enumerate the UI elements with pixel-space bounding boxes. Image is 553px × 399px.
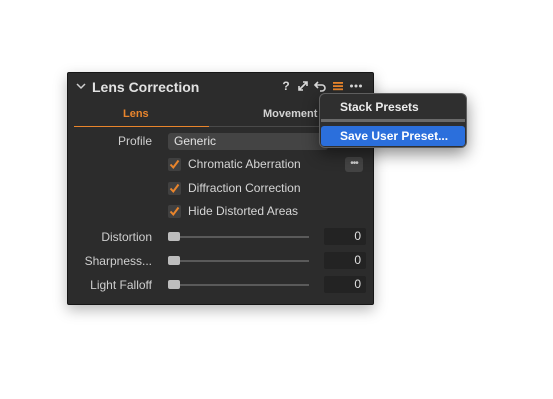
tab-indicator <box>74 126 209 127</box>
menu-item-label: Save User Preset... <box>340 129 449 143</box>
profile-value: Generic <box>174 134 217 148</box>
light-falloff-value-field[interactable]: 0 <box>324 276 366 293</box>
chevron-down-icon[interactable] <box>76 81 86 91</box>
profile-select[interactable]: Generic <box>168 133 328 150</box>
expand-icon[interactable] <box>296 79 310 93</box>
sharpness-value: 0 <box>354 253 361 267</box>
help-icon[interactable]: ? <box>279 79 293 93</box>
sharpness-slider-track[interactable] <box>170 260 309 262</box>
distortion-value-field[interactable]: 0 <box>324 228 366 245</box>
tab-lens[interactable]: Lens <box>123 108 149 120</box>
hide-distorted-areas-label: Hide Distorted Areas <box>188 204 299 218</box>
menu-item-save-user-preset[interactable]: Save User Preset... <box>321 126 465 146</box>
checkmark-icon <box>169 183 180 194</box>
light-falloff-label: Light Falloff <box>90 278 152 292</box>
chromatic-aberration-label: Chromatic Aberration <box>188 157 301 171</box>
presets-dropdown-menu: Stack Presets Save User Preset... <box>319 93 467 148</box>
sharpness-value-field[interactable]: 0 <box>324 252 366 269</box>
diffraction-correction-label: Diffraction Correction <box>188 181 301 195</box>
more-icon[interactable] <box>349 79 363 93</box>
checkmark-icon <box>169 206 180 217</box>
light-falloff-slider-handle[interactable] <box>168 280 180 289</box>
diffraction-correction-checkbox[interactable] <box>168 182 181 195</box>
sharpness-slider-handle[interactable] <box>168 256 180 265</box>
reset-icon[interactable] <box>313 79 327 93</box>
distortion-label: Distortion <box>101 230 152 244</box>
sharpness-label: Sharpness... <box>84 254 152 268</box>
chromatic-aberration-checkbox[interactable] <box>168 158 181 171</box>
menu-item-stack-presets[interactable]: Stack Presets <box>320 97 466 117</box>
chromatic-aberration-more-button[interactable]: ••• <box>345 157 363 172</box>
panel-title: Lens Correction <box>92 79 200 95</box>
distortion-slider-handle[interactable] <box>168 232 180 241</box>
distortion-value: 0 <box>354 229 361 243</box>
menu-separator <box>321 119 465 122</box>
light-falloff-slider-track[interactable] <box>170 284 309 286</box>
tab-movement[interactable]: Movement <box>263 108 317 120</box>
hide-distorted-areas-checkbox[interactable] <box>168 205 181 218</box>
light-falloff-value: 0 <box>354 277 361 291</box>
checkmark-icon <box>169 159 180 170</box>
menu-item-label: Stack Presets <box>340 100 419 114</box>
profile-label: Profile <box>117 134 152 148</box>
presets-icon[interactable] <box>331 79 345 93</box>
distortion-slider-track[interactable] <box>170 236 309 238</box>
